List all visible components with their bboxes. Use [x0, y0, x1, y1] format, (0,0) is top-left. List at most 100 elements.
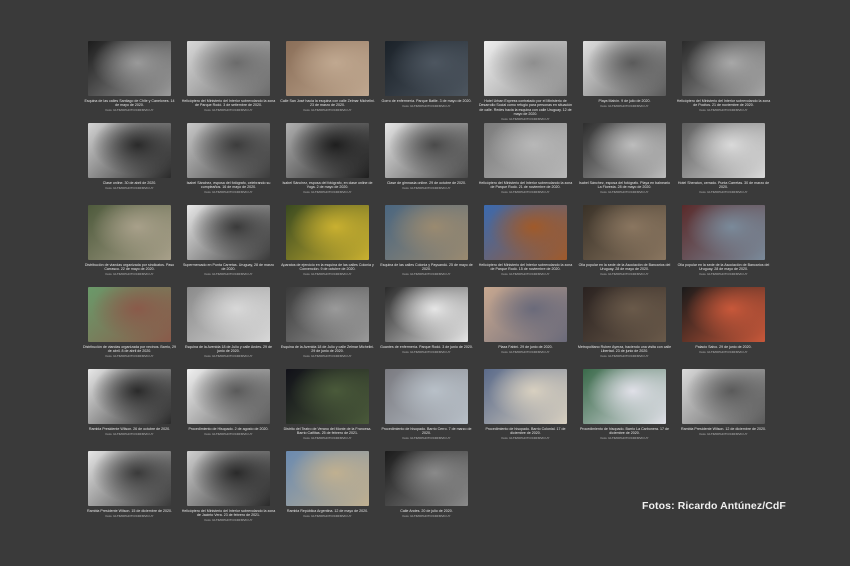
- photo-thumbnail: [286, 205, 369, 260]
- photo-caption-credit: Foto: ULTIMOPHOTO/CDFMVD.UY: [600, 354, 649, 359]
- photo-caption: Helicóptero del Ministerio del Interior …: [181, 509, 276, 523]
- photo-caption-credit: Foto: ULTIMOPHOTO/CDFMVD.UY: [501, 190, 550, 195]
- photo-caption-credit: Foto: ULTIMOPHOTO/CDFMVD.UY: [105, 431, 154, 436]
- photo-caption-text: Rambla Presidente Wilson. 12 de diciembr…: [681, 427, 766, 431]
- photo-cell: Isabel Sánchez, esposa del fotógrafo, en…: [282, 123, 373, 203]
- photo-caption-credit: Foto: ULTIMOPHOTO/CDFMVD.UY: [699, 349, 748, 354]
- photo-caption-text: Isabel Sánchez, esposa del fotógrafo, en…: [282, 181, 373, 190]
- photo-caption-credit: Foto: ULTIMOPHOTO/CDFMVD.UY: [204, 190, 253, 195]
- photo-caption: Palacio Salvo. 29 de junio de 2020. Foto:…: [676, 345, 771, 354]
- photo-caption-text: Procedimiento de hisopado. Barrio Cerro.…: [381, 427, 472, 436]
- photo-cell: Isabel Sánchez, esposa del fotógrafo, ce…: [187, 123, 270, 203]
- photo-thumbnail: [385, 123, 468, 178]
- photo-cell: Distribución de viandas organizada por s…: [84, 205, 175, 285]
- photo-caption-credit: Foto: ULTIMOPHOTO/CDFMVD.UY: [501, 272, 550, 277]
- photo-cell: Hotel Sheraton, cerrado. Punta Carretas.…: [678, 123, 769, 203]
- photo-cell: Gorro de enfermería. Parque Batlle. 3 de…: [382, 41, 471, 121]
- photo-thumbnail: [682, 123, 765, 178]
- photo-cell: Esquina de la Avenida 18 de Julio y call…: [281, 287, 374, 367]
- photo-caption: Helicóptero del Ministerio del Interior …: [676, 99, 771, 113]
- photo-thumbnail: [286, 41, 369, 96]
- photo-thumbnail: [682, 287, 765, 342]
- photo-caption: Olla popular en la sede de la Asociación…: [676, 263, 771, 277]
- photo-thumbnail: [484, 205, 567, 260]
- photo-caption: Metropolitano Ruben Ayerza, haciendo una…: [577, 345, 672, 359]
- photo-caption-credit: Foto: ULTIMOPHOTO/CDFMVD.UY: [501, 117, 550, 122]
- photo-caption-text: Esquina de la Avenida 18 de Julio y call…: [184, 345, 273, 354]
- photo-caption: Helicóptero del Ministerio del Interior …: [478, 263, 573, 277]
- photo-caption: Helicóptero del Ministerio del Interior …: [478, 181, 573, 195]
- photo-caption: Rambla Presidente Wilson. 26 de octubre …: [82, 427, 177, 436]
- photo-caption-text: Distribución de viandas organizada por v…: [83, 345, 176, 354]
- photo-caption-credit: Foto: ULTIMOPHOTO/CDFMVD.UY: [600, 103, 649, 108]
- photo-cell: Supermercado en Punta Carretas. Uruguay,…: [183, 205, 274, 285]
- photo-cell: Aparatos de ejercicio en la esquina de l…: [281, 205, 374, 285]
- photo-thumbnail: [187, 123, 270, 178]
- photo-caption-credit: Foto: ULTIMOPHOTO/CDFMVD.UY: [402, 436, 451, 441]
- photo-caption: Plaza Fabini. 29 de junio de 2020. Foto: …: [478, 345, 573, 354]
- photo-thumbnail: [484, 369, 567, 424]
- photo-thumbnail: [88, 205, 171, 260]
- photo-cell: Helicóptero del Ministerio del Interior …: [479, 205, 572, 285]
- photo-caption-text: Helicóptero del Ministerio del Interior …: [478, 181, 573, 190]
- photo-cell: Esquina de la Avenida 18 de Julio y call…: [185, 287, 272, 367]
- photo-caption-credit: Foto: ULTIMOPHOTO/CDFMVD.UY: [600, 190, 649, 195]
- photo-cell: Esquina de las calles Santiago de Chile …: [84, 41, 175, 121]
- photo-cell: Palacio Salvo. 29 de junio de 2020. Foto:…: [682, 287, 765, 367]
- photo-cell: Plaza Fabini. 29 de junio de 2020. Foto: …: [484, 287, 567, 367]
- photo-thumbnail: [385, 41, 468, 96]
- photo-caption-text: Distrito del Teatro de Verano del Monte …: [283, 427, 372, 436]
- photo-thumbnail: [286, 451, 369, 506]
- photo-caption-text: Helicóptero del Ministerio del Interior …: [478, 263, 573, 272]
- photo-caption: Procedimiento de hisopado. Barrio Coloni…: [478, 427, 573, 441]
- photo-thumbnail: [385, 451, 468, 506]
- photo-cell: Rambla Presidente Wilson. 26 de octubre …: [88, 369, 171, 449]
- photo-caption-credit: Foto: ULTIMOPHOTO/CDFMVD.UY: [204, 108, 253, 113]
- photo-caption-text: Esquina de las calles Colonia y Paysandú…: [380, 263, 473, 272]
- photo-thumbnail: [88, 451, 171, 506]
- photo-cell: Isabel Sánchez, esposa del fotógrafo. Pl…: [579, 123, 670, 203]
- photo-cell: Metropolitano Ruben Ayerza, haciendo una…: [578, 287, 671, 367]
- photo-thumbnail: [88, 123, 171, 178]
- photo-cell: Olla popular en la sede de la Asociación…: [678, 205, 769, 285]
- photo-caption-credit: Foto: ULTIMOPHOTO/CDFMVD.UY: [105, 272, 154, 277]
- photo-thumbnail: [484, 123, 567, 178]
- photo-caption-credit: Foto: ULTIMOPHOTO/CDFMVD.UY: [204, 518, 253, 523]
- photo-caption-text: Isabel Sánchez, esposa del fotógrafo. Pl…: [579, 181, 670, 190]
- photo-caption-credit: Foto: ULTIMOPHOTO/CDFMVD.UY: [699, 272, 748, 277]
- photo-caption-text: Distribución de viandas organizada por s…: [84, 263, 175, 272]
- photo-caption: Aparatos de ejercicio en la esquina de l…: [280, 263, 375, 277]
- photo-caption-text: Rambla Presidente Wilson. 15 de diciembr…: [87, 509, 172, 513]
- photo-thumbnail: [286, 123, 369, 178]
- photo-caption-credit: Foto: ULTIMOPHOTO/CDFMVD.UY: [303, 272, 352, 277]
- photo-caption: Isabel Sánchez, esposa del fotógrafo. Pl…: [577, 181, 672, 195]
- photo-caption-credit: Foto: ULTIMOPHOTO/CDFMVD.UY: [303, 190, 352, 195]
- photo-cell: Helicóptero del Ministerio del Interior …: [182, 41, 275, 121]
- photo-caption-text: Procedimiento de hisopado. Barrio La Car…: [579, 427, 670, 436]
- photo-thumbnail: [88, 41, 171, 96]
- photo-caption-text: Rambla República Argentina. 12 de mayo d…: [286, 509, 369, 513]
- photo-caption: Distrito del Teatro de Verano del Monte …: [280, 427, 375, 441]
- photo-thumbnail: [583, 205, 666, 260]
- photo-cell: Olla popular en la sede de la Asociación…: [579, 205, 670, 285]
- photo-caption: Procedimiento de hisopado. Barrio La Car…: [577, 427, 672, 441]
- photo-thumbnail: [286, 369, 369, 424]
- photo-caption-credit: Foto: ULTIMOPHOTO/CDFMVD.UY: [600, 436, 649, 441]
- photo-caption-credit: Foto: ULTIMOPHOTO/CDFMVD.UY: [600, 272, 649, 277]
- photo-caption-credit: Foto: ULTIMOPHOTO/CDFMVD.UY: [105, 513, 154, 518]
- photo-caption: Isabel Sánchez, esposa del fotógrafo, en…: [280, 181, 375, 195]
- photo-cell: Rambla Presidente Wilson. 15 de diciembr…: [87, 451, 172, 531]
- photo-caption-credit: Foto: ULTIMOPHOTO/CDFMVD.UY: [303, 513, 352, 518]
- photo-caption-text: Calle Andes. 20 de julio de 2020.: [400, 509, 453, 513]
- photo-caption: Esquina de la Avenida 18 de Julio y call…: [181, 345, 276, 359]
- photo-caption-text: Palacio Salvo. 29 de junio de 2020.: [695, 345, 752, 349]
- photo-cell: Hotel Urban Express contratado por el Mi…: [479, 41, 572, 121]
- photo-thumbnail: [88, 369, 171, 424]
- photo-caption: Isabel Sánchez, esposa del fotógrafo, ce…: [181, 181, 276, 195]
- photo-caption-credit: Foto: ULTIMOPHOTO/CDFMVD.UY: [204, 272, 253, 277]
- photo-thumbnail: [583, 41, 666, 96]
- photo-caption: Olla popular en la sede de la Asociación…: [577, 263, 672, 277]
- photo-thumbnail: [682, 205, 765, 260]
- photo-thumbnail: [583, 287, 666, 342]
- photo-caption: Playa Malvín. 9 de julio de 2020. Foto: U…: [577, 99, 672, 108]
